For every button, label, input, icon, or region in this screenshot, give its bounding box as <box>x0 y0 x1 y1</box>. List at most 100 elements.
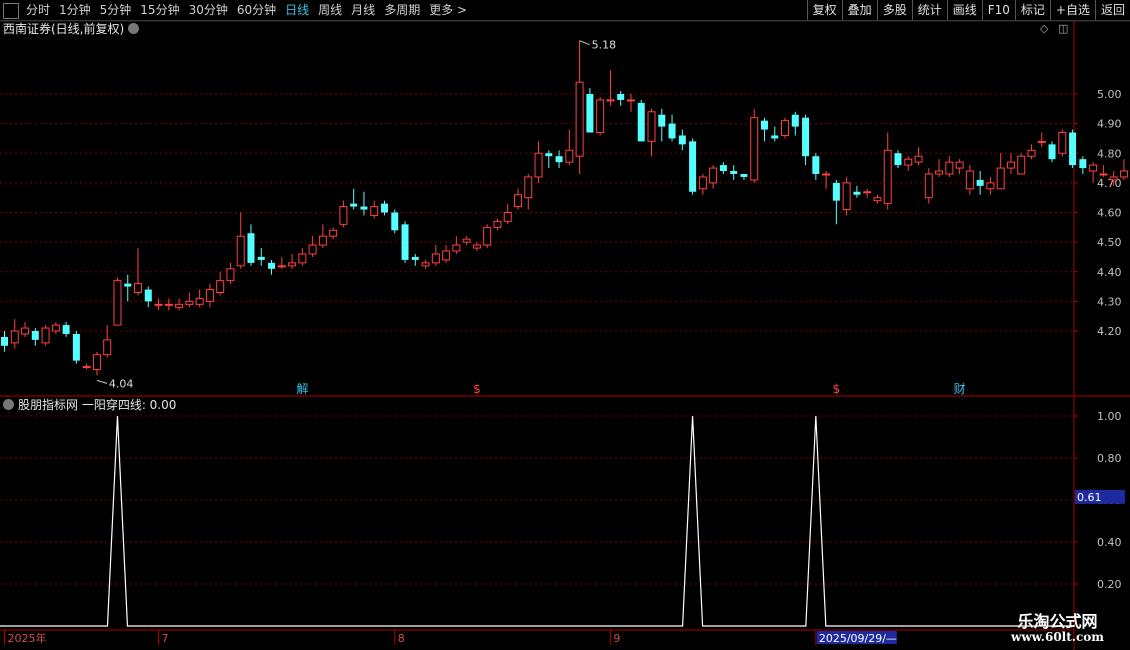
candle-body <box>637 102 645 142</box>
candle-body <box>1058 132 1067 154</box>
high-price-label: 5.18 <box>592 39 617 52</box>
price-tick-label: 4.30 <box>1097 295 1122 308</box>
candle-body <box>329 229 338 237</box>
candle-body <box>175 303 184 308</box>
candle-body <box>370 206 379 216</box>
candle-body <box>873 197 882 202</box>
candle-body <box>72 333 80 361</box>
time-label: 2025/09/29/— <box>819 632 897 645</box>
candle-body <box>10 330 19 344</box>
candle-body <box>771 135 779 139</box>
candle-body <box>431 253 440 264</box>
candle-body <box>103 339 112 356</box>
candle-body <box>986 182 995 190</box>
candle-body <box>596 99 605 134</box>
candle-body <box>154 303 163 306</box>
candle-body <box>678 135 686 145</box>
time-label: 9 <box>613 632 620 645</box>
candle-body <box>144 289 152 302</box>
event-marker: $ <box>833 382 841 396</box>
candle-body <box>21 327 30 335</box>
event-marker: 解 <box>296 382 308 396</box>
candle-body <box>31 331 39 340</box>
event-marker: $ <box>473 382 481 396</box>
candle-body <box>842 182 851 211</box>
candle-body <box>236 235 245 267</box>
kline-chart[interactable]: 5.00 4.90 4.80 4.70 4.60 4.50 4.40 4.30 4.20 1.00… <box>0 0 1130 650</box>
candle-body <box>298 253 307 264</box>
candle-body <box>1119 170 1128 178</box>
candle-body <box>195 297 204 305</box>
candle-body <box>1099 173 1108 176</box>
candle-body <box>442 250 451 261</box>
candle-body <box>1079 159 1087 169</box>
candle-body <box>853 191 861 195</box>
price-tick-label: 4.60 <box>1097 207 1122 220</box>
candle-body <box>976 179 984 186</box>
candle-body <box>524 176 533 199</box>
candle-body <box>257 256 265 260</box>
candle-body <box>1089 164 1098 172</box>
candle-body <box>698 176 707 190</box>
candle-body <box>62 325 70 334</box>
candle-body <box>791 114 799 127</box>
candle-body <box>545 153 553 157</box>
candle-body <box>1027 149 1036 157</box>
indicator-series-line <box>0 415 1074 627</box>
candle-body <box>812 156 820 174</box>
candle-body <box>647 111 656 142</box>
candle-body <box>514 194 522 208</box>
candle-body <box>863 191 872 194</box>
candle-body <box>503 212 512 222</box>
candle-body <box>339 206 348 225</box>
indicator-tick-label: 1.00 <box>1097 410 1122 423</box>
candle-body <box>730 171 738 174</box>
candle-body <box>1017 155 1026 175</box>
candle-body <box>318 235 327 246</box>
price-tick-label: 4.70 <box>1097 177 1122 190</box>
candle-body <box>626 99 635 102</box>
candle-body <box>822 173 831 176</box>
candle-body <box>555 156 563 163</box>
candle-body <box>1109 176 1118 181</box>
candle-body <box>401 224 409 260</box>
candle-body <box>462 238 471 243</box>
candle-body <box>832 182 840 201</box>
candle-body <box>268 262 276 269</box>
candle-body <box>247 233 255 263</box>
cursor-value-label: 0.61 <box>1077 491 1102 504</box>
candle-body <box>565 149 574 163</box>
candle-body <box>483 226 492 246</box>
candle-body <box>914 155 923 163</box>
candle-body <box>452 244 461 252</box>
candle-body <box>124 283 132 287</box>
candle-body <box>883 149 892 205</box>
candle-body <box>668 123 676 139</box>
candle-body <box>904 158 913 166</box>
time-label: 7 <box>162 632 169 645</box>
candle-body <box>802 117 810 157</box>
high-pointer <box>579 40 590 46</box>
low-pointer <box>96 379 108 384</box>
indicator-tick-label: 0.40 <box>1097 536 1122 549</box>
candle-body <box>945 161 954 175</box>
candle-body <box>226 268 235 282</box>
price-tick-label: 4.80 <box>1097 147 1122 160</box>
candle-body <box>1048 144 1056 160</box>
candle-body <box>134 283 143 293</box>
candle-body <box>51 324 60 332</box>
candle-body <box>1037 140 1046 143</box>
candle-body <box>472 244 481 249</box>
candle-body <box>82 366 91 369</box>
time-label: 8 <box>398 632 405 645</box>
candle-body <box>781 120 790 136</box>
candle-body <box>380 203 388 213</box>
price-tick-label: 4.20 <box>1097 325 1122 338</box>
watermark-logo: 乐淘公式网 www.60lt.com <box>985 606 1130 650</box>
candle-body <box>658 114 666 127</box>
price-tick-label: 4.50 <box>1097 236 1122 249</box>
candle-body <box>308 244 317 255</box>
candle-body <box>350 203 358 207</box>
candle-body <box>955 161 964 169</box>
candle-body <box>391 212 399 231</box>
